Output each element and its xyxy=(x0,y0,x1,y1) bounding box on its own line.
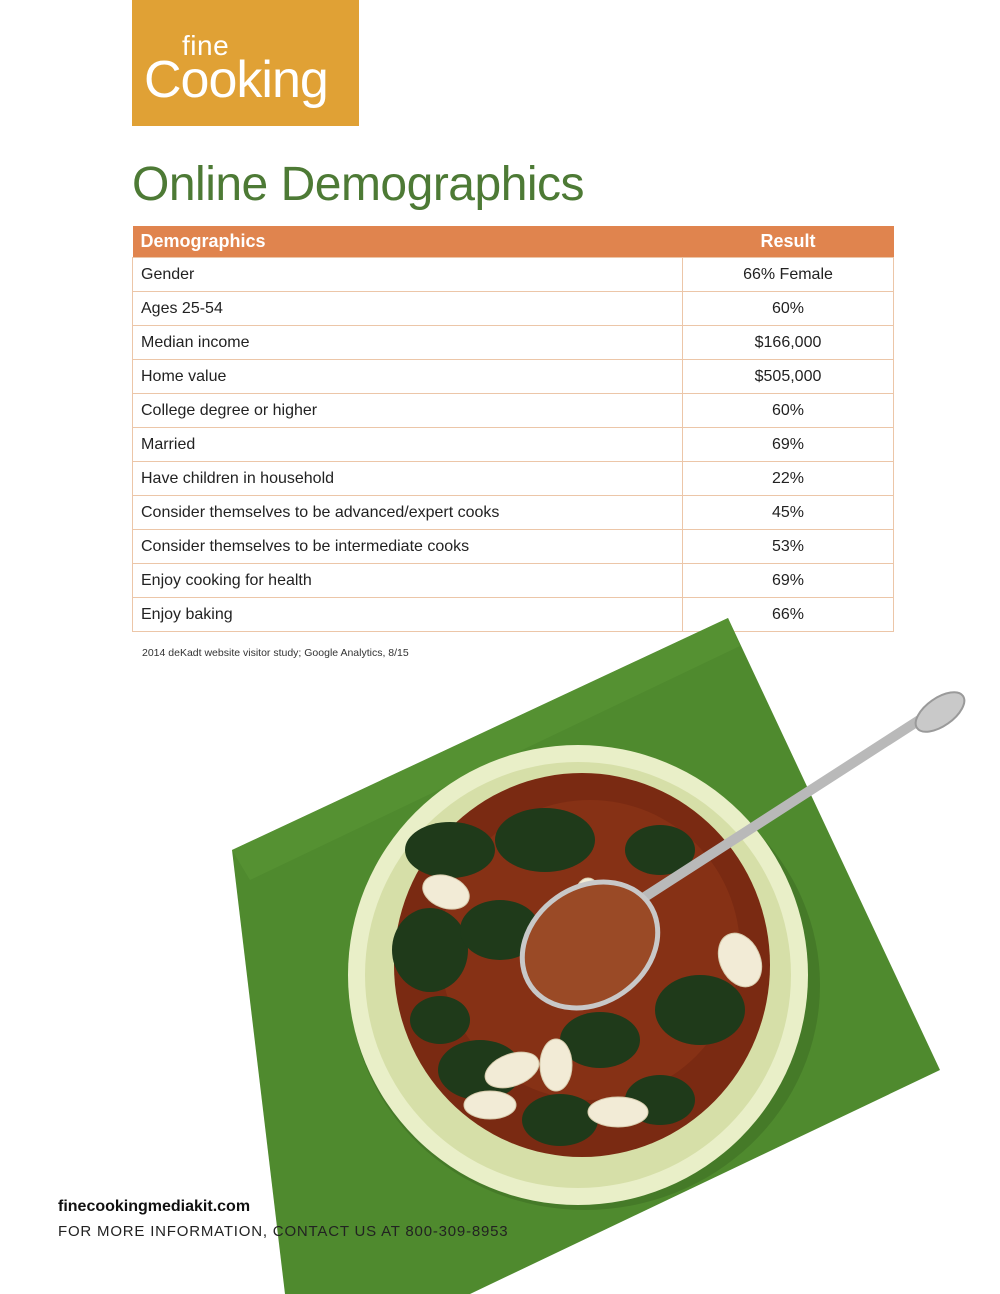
soup-bowl-photo xyxy=(232,618,966,1294)
table-row: Married 69% xyxy=(132,427,894,462)
demographics-table: Demographics Result Gender 66% Female Ag… xyxy=(132,226,894,632)
row-label: Ages 25-54 xyxy=(132,291,683,326)
table-row: Ages 25-54 60% xyxy=(132,291,894,326)
row-value: $505,000 xyxy=(682,359,894,394)
row-value: 66% Female xyxy=(682,257,894,292)
table-row: Median income $166,000 xyxy=(132,325,894,360)
row-value: 69% xyxy=(682,563,894,598)
row-value: 69% xyxy=(682,427,894,462)
row-label: Married xyxy=(132,427,683,462)
row-value: 60% xyxy=(682,291,894,326)
row-label: Enjoy cooking for health xyxy=(132,563,683,598)
row-label: Consider themselves to be advanced/exper… xyxy=(132,495,683,530)
demographics-table-container: Demographics Result Gender 66% Female Ag… xyxy=(132,226,894,632)
fine-cooking-logo: fine Cooking xyxy=(132,0,359,126)
row-label: Home value xyxy=(132,359,683,394)
row-value: 22% xyxy=(682,461,894,496)
page-title: Online Demographics xyxy=(132,158,585,211)
logo-cooking-text: Cooking xyxy=(144,51,329,109)
table-row: Enjoy cooking for health 69% xyxy=(132,563,894,598)
table-row: Consider themselves to be intermediate c… xyxy=(132,529,894,564)
table-row: College degree or higher 60% xyxy=(132,393,894,428)
row-label: Consider themselves to be intermediate c… xyxy=(132,529,683,564)
row-label: Median income xyxy=(132,325,683,360)
website-url: finecookingmediakit.com xyxy=(58,1198,251,1215)
table-row: Gender 66% Female xyxy=(132,257,894,292)
row-value: 45% xyxy=(682,495,894,530)
row-label: College degree or higher xyxy=(132,393,683,428)
header-demographics: Demographics xyxy=(132,226,683,258)
spoon-handle-end xyxy=(914,691,966,733)
table-header-row: Demographics Result xyxy=(132,226,894,258)
table-row: Consider themselves to be advanced/exper… xyxy=(132,495,894,530)
table-row: Have children in household 22% xyxy=(132,461,894,496)
contact-line: FOR MORE INFORMATION, CONTACT US AT 800-… xyxy=(58,1223,509,1240)
table-row: Home value $505,000 xyxy=(132,359,894,394)
row-label: Gender xyxy=(132,257,683,292)
row-value: 60% xyxy=(682,393,894,428)
row-value: $166,000 xyxy=(682,325,894,360)
header-result: Result xyxy=(682,226,894,258)
row-label: Have children in household xyxy=(132,461,683,496)
row-value: 53% xyxy=(682,529,894,564)
